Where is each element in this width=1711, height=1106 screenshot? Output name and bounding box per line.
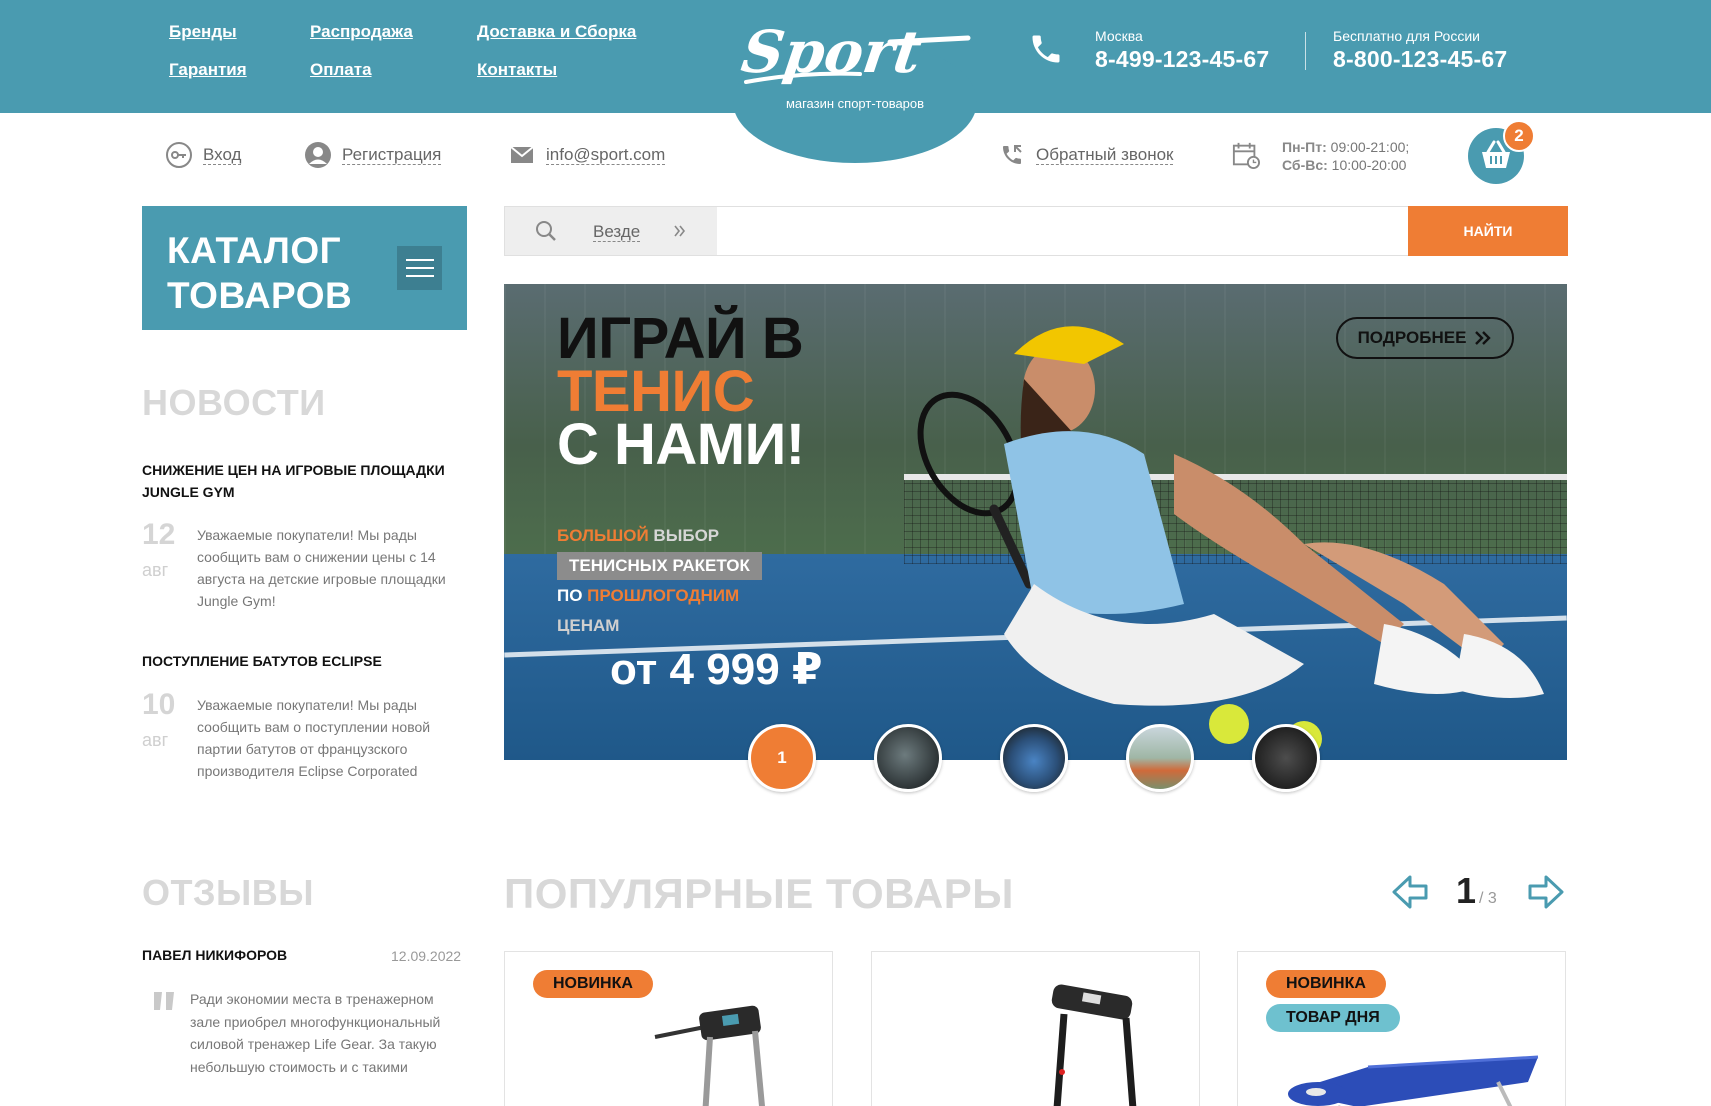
register-label: Регистрация	[342, 145, 442, 165]
hours-weekend-label: Сб-Вс:	[1282, 157, 1328, 173]
hours-weekday-label: Пн-Пт:	[1282, 139, 1327, 155]
banner-subline-3: ПО ПРОШЛОГОДНИМ	[557, 586, 740, 605]
phone-number-moscow[interactable]: 8-499-123-45-67	[1095, 46, 1269, 73]
login-label: Вход	[203, 145, 242, 165]
news-item-title[interactable]: ПОСТУПЛЕНИЕ БАТУТОВ ECLIPSE	[142, 650, 472, 672]
popular-section-title: ПОПУЛЯРНЫЕ ТОВАРЫ	[504, 870, 1014, 917]
review-text: Ради экономии места в тренажерном зале п…	[190, 991, 441, 1075]
slider-thumb[interactable]	[1126, 724, 1194, 792]
nav-link-sale[interactable]: Распродажа	[310, 22, 413, 42]
email-link[interactable]: info@sport.com	[508, 141, 666, 169]
news-item-month: авг	[142, 560, 169, 580]
working-hours: Пн-Пт: 09:00-21:00; Сб-Вс: 10:00-20:00	[1282, 138, 1409, 174]
treadmill-image	[654, 1005, 765, 1106]
news-item-title[interactable]: СНИЖЕНИЕ ЦЕН НА ИГРОВЫЕ ПЛОЩАДКИ JUNGLE …	[142, 459, 472, 503]
slider-dot-active[interactable]: 1	[748, 724, 816, 792]
pager-prev-arrow-icon[interactable]	[1390, 872, 1430, 912]
banner-subline-4: ЦЕНАМ	[557, 616, 620, 635]
banner-more-button[interactable]: ПОДРОБНЕЕ	[1336, 317, 1514, 359]
nav-link-warranty[interactable]: Гарантия	[169, 60, 247, 80]
news-item-day: 10	[142, 688, 176, 721]
treadmill-image	[1051, 984, 1137, 1106]
menu-burger-icon	[397, 246, 442, 290]
catalog-title: КАТАЛОГ ТОВАРОВ	[167, 230, 353, 316]
slider-thumb[interactable]	[1000, 724, 1068, 792]
news-section-title: НОВОСТИ	[142, 382, 326, 423]
site-logo[interactable]: Sport	[738, 12, 980, 92]
news-item-day: 12	[142, 518, 176, 551]
login-link[interactable]: Вход	[165, 141, 242, 169]
product-card[interactable]: НОВИНКА ТОВАР ДНЯ	[1237, 951, 1566, 1106]
product-card[interactable]: НОВИНКА	[504, 951, 833, 1106]
phone-city-moscow: Москва	[1095, 28, 1143, 44]
hours-weekend: 10:00-20:00	[1327, 157, 1407, 173]
callback-link[interactable]: Обратный звонок	[998, 141, 1174, 169]
reviews-section-title: ОТЗЫВЫ	[142, 872, 315, 913]
quote-icon	[152, 988, 178, 1014]
banner-headline: ИГРАЙ В ТЕНИС С НАМИ!	[557, 306, 805, 477]
badge-new: НОВИНКА	[533, 970, 653, 998]
nav-link-contacts[interactable]: Контакты	[477, 60, 557, 80]
banner-headline-line1: ИГРАЙ В	[557, 306, 804, 371]
callback-label: Обратный звонок	[1036, 145, 1174, 165]
phone-number-russia[interactable]: 8-800-123-45-67	[1333, 46, 1507, 73]
review-date: 12.09.2022	[391, 948, 462, 964]
pager-total: / 3	[1479, 890, 1497, 907]
search-button[interactable]: НАЙТИ	[1408, 206, 1568, 256]
banner-headline-line3: С НАМИ!	[557, 412, 805, 477]
search-icon	[536, 221, 556, 241]
banner-subline-2: ТЕНИСНЫХ РАКЕТОК	[557, 552, 762, 580]
user-icon	[304, 141, 332, 169]
phone-divider	[1305, 32, 1306, 70]
search-scope-panel: Везде	[505, 207, 717, 255]
slider-thumb[interactable]	[874, 724, 942, 792]
pager-next-arrow-icon[interactable]	[1526, 872, 1566, 912]
key-icon	[165, 141, 193, 169]
search-bar: Везде НАЙТИ	[504, 206, 1568, 256]
hero-banner[interactable]: ИГРАЙ В ТЕНИС С НАМИ! БОЛЬШОЙ ВЫБОР ТЕНИ…	[504, 284, 1567, 760]
envelope-icon	[508, 141, 536, 169]
news-item-text: Уважаемые покупатели! Мы рады сообщить в…	[197, 697, 431, 779]
banner-headline-line2: ТЕНИС	[557, 359, 755, 424]
badge-new: НОВИНКА	[1266, 970, 1386, 998]
search-scope-select[interactable]: Везде	[593, 222, 641, 242]
review-author: ПАВЕЛ НИКИФОРОВ	[142, 947, 288, 963]
nav-link-delivery[interactable]: Доставка и Сборка	[477, 22, 636, 42]
double-chevron-right-icon	[1475, 331, 1492, 345]
massage-table-image	[1288, 1055, 1539, 1106]
news-item-month: авг	[142, 730, 169, 750]
product-card[interactable]	[871, 951, 1200, 1106]
hours-weekday: 09:00-21:00;	[1326, 139, 1410, 155]
banner-more-label: ПОДРОБНЕЕ	[1357, 328, 1467, 347]
catalog-button[interactable]: КАТАЛОГ ТОВАРОВ	[142, 206, 467, 330]
badge-product-of-day: ТОВАР ДНЯ	[1266, 1004, 1400, 1032]
phone-callback-icon	[998, 141, 1026, 169]
pager-current: 1	[1456, 870, 1477, 911]
cart-count-badge: 2	[1503, 120, 1535, 152]
phone-icon	[1028, 30, 1064, 68]
double-chevron-right-icon	[674, 225, 686, 237]
news-item-text: Уважаемые покупатели! Мы рады сообщить в…	[197, 527, 446, 609]
phone-city-russia: Бесплатно для России	[1333, 28, 1480, 44]
search-input[interactable]	[717, 207, 1411, 255]
slider-thumb[interactable]	[1252, 724, 1320, 792]
banner-subline-1: БОЛЬШОЙ ВЫБОР	[557, 526, 720, 545]
calendar-clock-icon	[1232, 141, 1260, 169]
nav-link-brands[interactable]: Бренды	[169, 22, 237, 42]
banner-price: от 4 999 ₽	[610, 645, 823, 694]
email-label: info@sport.com	[546, 145, 666, 165]
nav-link-payment[interactable]: Оплата	[310, 60, 372, 80]
register-link[interactable]: Регистрация	[304, 141, 442, 169]
logo-tagline: магазин спорт-товаров	[785, 96, 925, 111]
